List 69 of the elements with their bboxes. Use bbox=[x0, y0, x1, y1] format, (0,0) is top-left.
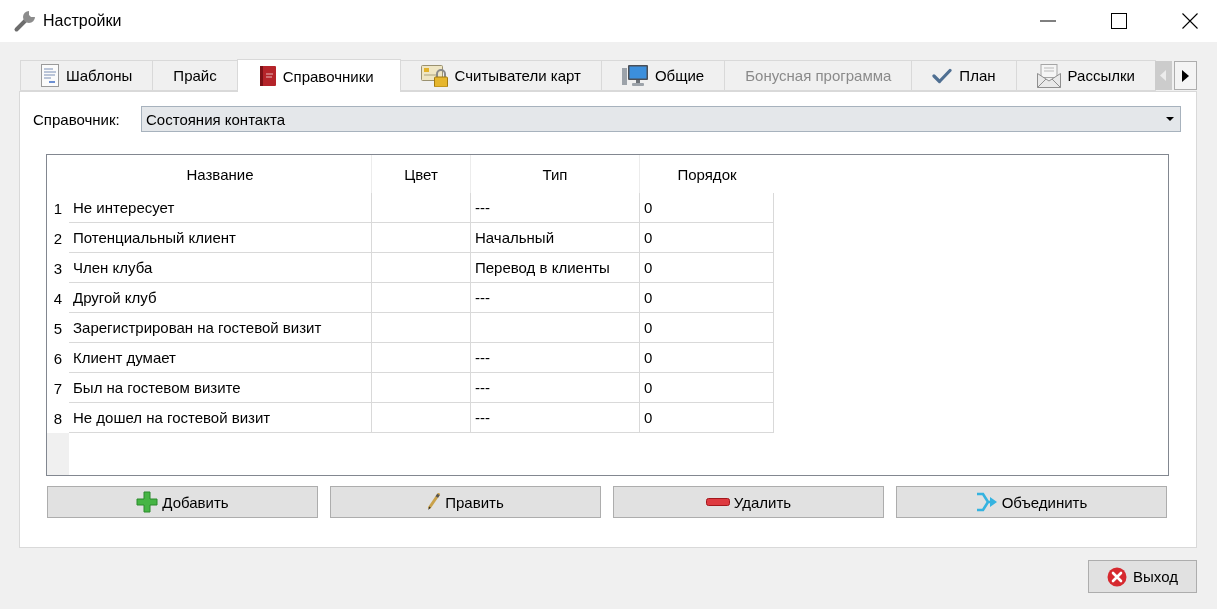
table-cell: --- bbox=[471, 283, 640, 313]
column-header[interactable]: Порядок bbox=[640, 155, 774, 193]
tab[interactable]: План bbox=[911, 60, 1017, 91]
row-number: 6 bbox=[52, 348, 64, 369]
table-cell: Член клуба bbox=[69, 253, 372, 283]
table-cell: --- bbox=[471, 193, 640, 223]
card-lock-icon bbox=[420, 64, 448, 87]
action-button[interactable]: Объединить bbox=[896, 486, 1167, 518]
row-number: 7 bbox=[52, 378, 64, 399]
right-triangle-icon bbox=[1181, 69, 1189, 82]
table-cell: 0 bbox=[640, 403, 774, 433]
column-header[interactable]: Цвет bbox=[372, 155, 471, 193]
dropdown-label: Справочник: bbox=[33, 110, 121, 128]
envelope-icon bbox=[1036, 63, 1061, 88]
column-header[interactable]: Тип bbox=[471, 155, 640, 193]
action-button[interactable]: Удалить bbox=[613, 486, 884, 518]
plus-icon bbox=[136, 491, 159, 513]
table-cell: Перевод в клиенты bbox=[471, 253, 640, 283]
table-cell: --- bbox=[471, 343, 640, 373]
table-cell: 0 bbox=[640, 313, 774, 343]
table-cell: Начальный bbox=[471, 223, 640, 253]
exit-button[interactable]: Выход bbox=[1088, 560, 1197, 593]
table-cell: Зарегистрирован на гостевой визит bbox=[69, 313, 372, 343]
maximize-icon[interactable] bbox=[1111, 13, 1127, 29]
tab[interactable]: Считыватели карт bbox=[399, 60, 602, 91]
reference-dropdown[interactable]: Состояния контакта bbox=[141, 106, 1181, 132]
close-icon bbox=[1107, 566, 1128, 587]
action-button[interactable]: Добавить bbox=[47, 486, 318, 518]
table-cell: Клиент думает bbox=[69, 343, 372, 373]
table-cell: Не дошел на гостевой визит bbox=[69, 403, 372, 433]
wrench-icon bbox=[13, 9, 37, 33]
left-triangle-icon bbox=[1160, 70, 1167, 81]
merge-arrow-icon bbox=[975, 492, 998, 512]
table-cell: --- bbox=[471, 403, 640, 433]
table-cell: 0 bbox=[640, 223, 774, 253]
table-cell: Потенциальный клиент bbox=[69, 223, 372, 253]
action-button[interactable]: Править bbox=[330, 486, 601, 518]
checkmark-icon bbox=[932, 67, 953, 84]
row-number: 5 bbox=[52, 318, 64, 339]
table-cell: 0 bbox=[640, 283, 774, 313]
window-title: Настройки bbox=[43, 12, 122, 30]
row-number: 1 bbox=[52, 198, 64, 219]
tab[interactable]: Рассылки bbox=[1015, 60, 1156, 91]
table-cell: 0 bbox=[640, 343, 774, 373]
table-cell: Не интересует bbox=[69, 193, 372, 223]
row-number: 2 bbox=[52, 228, 64, 249]
table-cell: --- bbox=[471, 373, 640, 403]
row-number: 8 bbox=[52, 408, 64, 429]
table-cell: 0 bbox=[640, 193, 774, 223]
table-cell: 0 bbox=[640, 253, 774, 283]
book-icon bbox=[259, 66, 276, 86]
table-cell: 0 bbox=[640, 373, 774, 403]
tab[interactable]: Шаблоны bbox=[20, 60, 154, 91]
table-cell: Другой клуб bbox=[69, 283, 372, 313]
tab[interactable]: Общие bbox=[600, 60, 726, 91]
pencil-icon bbox=[427, 493, 442, 511]
column-header[interactable]: Название bbox=[69, 155, 372, 193]
computer-icon bbox=[621, 64, 648, 87]
row-number: 3 bbox=[52, 258, 64, 279]
caret-icon bbox=[1166, 117, 1174, 121]
table-cell: Был на гостевом визите bbox=[69, 373, 372, 403]
tab[interactable]: Справочники bbox=[236, 59, 401, 92]
scroll-right-button[interactable] bbox=[1173, 61, 1197, 90]
row-number: 4 bbox=[52, 288, 64, 309]
tab[interactable]: Прайс bbox=[152, 60, 238, 91]
close-icon[interactable] bbox=[1182, 13, 1198, 29]
minus-icon bbox=[705, 498, 730, 506]
row-header-background bbox=[47, 433, 69, 475]
document-icon bbox=[41, 64, 59, 87]
